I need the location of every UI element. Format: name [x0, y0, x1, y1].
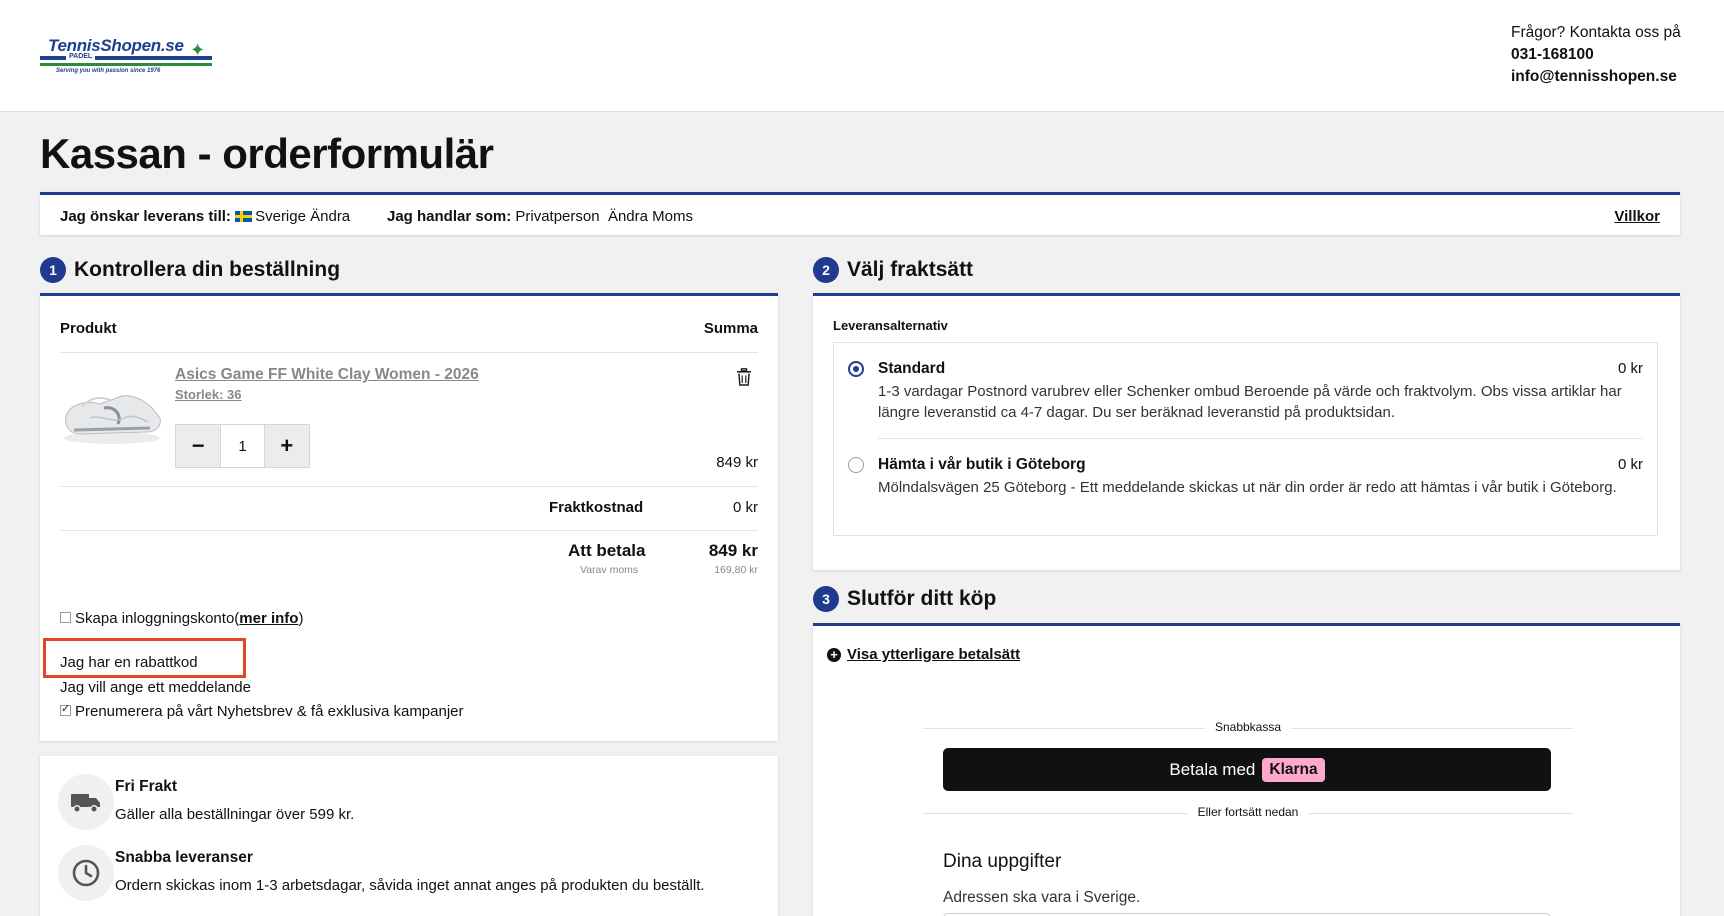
create-account-option[interactable]: Skapa inloggningskonto(mer info)	[60, 610, 303, 627]
newsletter-option[interactable]: Prenumerera på vårt Nyhetsbrev & få exkl…	[60, 702, 464, 720]
logo-tagline: Serving you with passion since 1976	[56, 68, 161, 74]
step-number: 1	[40, 257, 66, 283]
shipping-option-name: Standard	[878, 360, 946, 377]
shipping-option-desc: 1-3 vardagar Postnord varubrev eller Sch…	[878, 383, 1622, 421]
step-number: 2	[813, 257, 839, 283]
truck-icon	[58, 774, 114, 830]
top-header: TennisShopen.se ✦ PADEL Serving you with…	[0, 0, 1724, 112]
quick-checkout-divider: Snabbkassa	[923, 720, 1573, 736]
delivery-country: Sverige	[255, 208, 306, 225]
plus-circle-icon: +	[827, 647, 841, 662]
message-toggle[interactable]: Jag vill ange ett meddelande	[60, 679, 251, 696]
sweden-flag-icon	[235, 211, 253, 222]
create-account-label: Skapa inloggningskonto	[75, 610, 235, 627]
product-size[interactable]: Storlek: 36	[175, 387, 241, 402]
usp-text: Ordern skickas inom 1-3 arbetsdagar, såv…	[115, 877, 705, 894]
step-number: 3	[813, 586, 839, 612]
vat-value: 169,80 kr	[714, 564, 758, 576]
address-note: Adressen ska vara i Sverige.	[943, 889, 1141, 906]
shipping-panel: Leveransalternativ Standard 0 kr 1-3 var…	[813, 293, 1680, 570]
delivery-country-setting: Jag önskar leverans till: Sverige Ändra	[60, 208, 350, 225]
usp-text: Gäller alla beställningar över 599 kr.	[115, 806, 355, 823]
newsletter-checkbox[interactable]	[60, 702, 71, 716]
newsletter-label: Prenumerera på vårt Nyhetsbrev & få exkl…	[75, 703, 464, 720]
delivery-options-label: Leveransalternativ	[833, 318, 948, 333]
quantity-stepper: − 1 +	[175, 424, 310, 468]
clock-icon	[58, 845, 114, 901]
more-payment-methods-link[interactable]: + Visa ytterligare betalsätt	[827, 646, 1020, 663]
contact-info: Frågor? Kontakta oss på 031-168100 info@…	[1511, 22, 1681, 88]
shipping-options-list: Standard 0 kr 1-3 vardagar Postnord varu…	[833, 342, 1658, 536]
step-1-header: 1 Kontrollera din beställning	[40, 250, 340, 290]
shipping-option-name: Hämta i vår butik i Göteborg	[878, 456, 1086, 473]
step-title: Välj fraktsätt	[847, 258, 974, 281]
radio-standard[interactable]	[848, 361, 864, 377]
total-value: 849 kr	[708, 541, 758, 560]
change-country-link[interactable]: Ändra	[310, 208, 350, 225]
klarna-logo: Klarna	[1262, 757, 1325, 782]
contact-email[interactable]: info@tennisshopen.se	[1511, 66, 1681, 88]
usp-title: Snabba leveranser	[115, 849, 253, 866]
page-title: Kassan - orderformulär	[40, 130, 494, 177]
vat-label: Varav moms	[580, 564, 639, 576]
usp-panel: Fri Frakt Gäller alla beställningar över…	[40, 756, 778, 916]
create-account-checkbox[interactable]	[60, 612, 71, 623]
shipping-option-price: 0 kr	[1617, 456, 1643, 473]
change-vat-link[interactable]: Ändra Moms	[608, 208, 693, 225]
shipping-option-desc: Mölndalsvägen 25 Göteborg - Ett meddelan…	[878, 479, 1617, 496]
terms-link[interactable]: Villkor	[1614, 208, 1660, 225]
delivery-label: Jag önskar leverans till:	[60, 208, 231, 225]
more-info-link[interactable]: mer info	[239, 610, 298, 627]
step-3-header: 3 Slutför ditt köp	[813, 579, 996, 619]
total-label: Att betala	[568, 541, 646, 560]
buyer-type: Privatperson	[515, 208, 600, 225]
shipping-cost-label: Fraktkostnad	[549, 499, 644, 516]
product-name-link[interactable]: Asics Game FF White Clay Women - 2026	[175, 366, 479, 384]
step-2-header: 2 Välj fraktsätt	[813, 250, 973, 290]
logo-sub: PADEL	[66, 53, 96, 60]
shipping-cost-value: 0 kr	[732, 499, 758, 516]
buyer-label: Jag handlar som:	[387, 208, 512, 225]
buyer-type-setting: Jag handlar som: Privatperson Ändra Moms	[387, 208, 693, 225]
col-product: Produkt	[60, 320, 117, 337]
radio-pickup[interactable]	[848, 457, 864, 473]
trash-icon[interactable]	[736, 368, 752, 386]
discount-highlight-box	[43, 638, 246, 678]
quantity-input[interactable]: 1	[220, 425, 265, 467]
increase-qty-button[interactable]: +	[264, 425, 310, 467]
payment-panel: + Visa ytterligare betalsätt Snabbkassa B…	[813, 623, 1680, 916]
step-title: Slutför ditt köp	[847, 587, 997, 610]
shipping-option-price: 0 kr	[1617, 360, 1643, 377]
decrease-qty-button[interactable]: −	[176, 425, 221, 467]
pay-with-klarna-button[interactable]: Betala med Klarna	[943, 748, 1551, 791]
col-sum: Summa	[703, 320, 758, 337]
site-logo[interactable]: TennisShopen.se ✦ PADEL Serving you with…	[40, 36, 216, 78]
contact-prompt: Frågor? Kontakta oss på	[1511, 24, 1681, 41]
step-title: Kontrollera din beställning	[74, 258, 341, 281]
delivery-info-bar: Jag önskar leverans till: Sverige Ändra …	[40, 192, 1680, 235]
product-image[interactable]	[60, 378, 164, 448]
customer-details-title: Dina uppgifter	[943, 851, 1062, 872]
or-continue-divider: Eller fortsätt nedan	[923, 805, 1573, 821]
contact-phone[interactable]: 031-168100	[1511, 44, 1681, 66]
usp-title: Fri Frakt	[115, 778, 178, 795]
line-price: 849 kr	[716, 454, 758, 471]
